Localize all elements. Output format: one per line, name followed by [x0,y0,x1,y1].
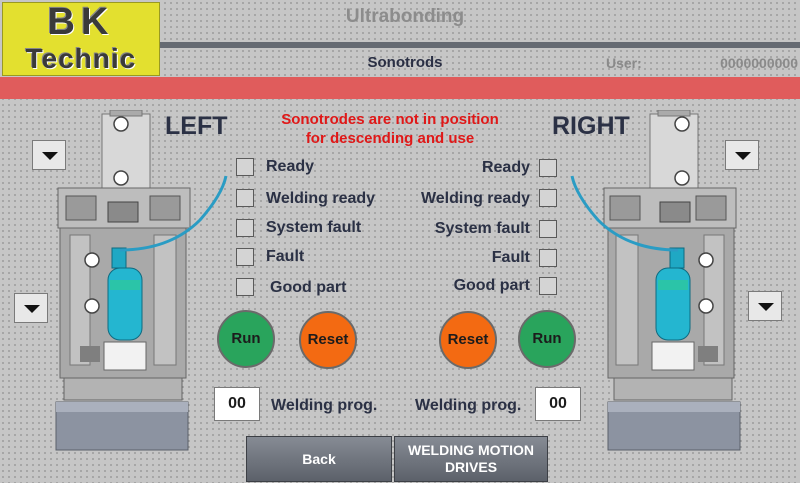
left-welding-prog-input[interactable]: 00 [214,387,260,421]
right-good-part-label: Good part [453,277,530,294]
left-reset-button[interactable]: Reset [299,311,357,369]
right-welding-ready-label: Welding ready [420,190,530,207]
right-welding-prog-label: Welding prog. [415,397,522,414]
position-warning: Sonotrodes are not in position for desce… [240,110,540,148]
left-ready-label: Ready [266,158,315,175]
back-button[interactable]: Back [246,436,392,482]
right-upper-down-arrow-button[interactable] [725,140,759,170]
right-sonotrode-machine-icon [570,110,741,451]
alarm-bar [0,77,800,99]
left-heading: LEFT [165,112,228,140]
logo-line-2: Technic [25,43,137,74]
right-heading: RIGHT [552,112,630,140]
right-lower-down-arrow-button[interactable] [748,291,782,321]
left-run-button[interactable]: Run [217,310,275,368]
motion-button-line-2: DRIVES [444,459,498,475]
hmi-screen: BK Technic Ultrabonding Sonotrods User: … [0,0,800,483]
left-good-part-label: Good part [270,279,347,296]
left-lower-down-arrow-button[interactable] [14,293,48,323]
right-system-fault-indicator [539,220,557,238]
left-sonotrode-machine-icon [55,110,228,451]
right-welding-ready-indicator [539,189,557,207]
left-ready-indicator [236,158,254,176]
header-divider [160,42,800,48]
motion-button-line-1: WELDING MOTION [408,442,534,458]
bk-technic-logo: BK Technic [2,2,160,76]
right-reset-button[interactable]: Reset [439,311,497,369]
right-run-button[interactable]: Run [518,310,576,368]
left-fault-label: Fault [266,248,305,265]
right-ready-indicator [539,159,557,177]
welding-motion-drives-button[interactable]: WELDING MOTION DRIVES [394,436,548,482]
left-fault-indicator [236,248,254,266]
right-good-part-indicator [539,277,557,295]
logo-line-1: BK [47,1,115,43]
right-welding-prog-input[interactable]: 00 [535,387,581,421]
left-welding-prog-label: Welding prog. [271,397,378,414]
right-fault-label: Fault [491,249,530,266]
right-ready-label: Ready [481,159,530,176]
left-welding-ready-indicator [236,189,254,207]
warning-line-1: Sonotrodes are not in position [281,111,499,128]
left-system-fault-indicator [236,219,254,237]
back-button-label: Back [302,450,336,467]
left-good-part-indicator [236,278,254,296]
page-title: Sonotrods [367,54,443,71]
warning-line-2: for descending and use [305,130,475,147]
app-title: Ultrabonding [345,6,465,27]
right-system-fault-label: System fault [434,220,530,237]
user-value: 0000000000 [720,55,798,71]
left-upper-down-arrow-button[interactable] [32,140,66,170]
user-label: User: [606,55,642,71]
right-fault-indicator [539,249,557,267]
